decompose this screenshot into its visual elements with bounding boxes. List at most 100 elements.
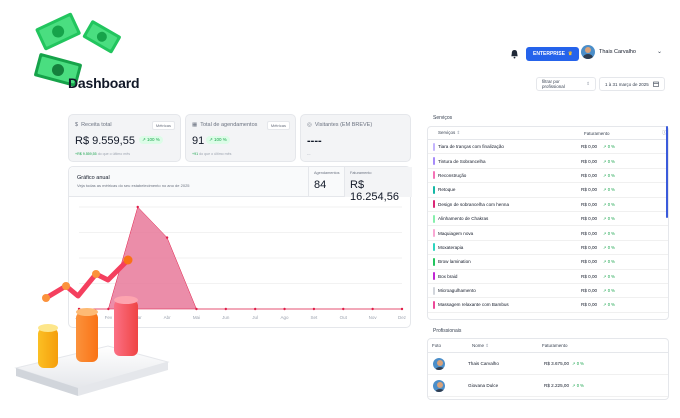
services-title: Serviços	[433, 115, 453, 121]
visitors-sub: ---	[307, 152, 311, 156]
table-row[interactable]: Reconstrução R$ 0,00 ↗ 0 %	[428, 169, 668, 184]
x-tick-label: Jun	[222, 315, 230, 320]
appointments-value: 91	[192, 135, 205, 147]
service-color-marker	[433, 229, 435, 238]
services-scrollbar[interactable]	[666, 126, 668, 218]
data-point[interactable]	[224, 307, 228, 311]
data-point[interactable]	[283, 307, 286, 311]
data-point[interactable]	[342, 307, 345, 311]
data-point[interactable]	[136, 205, 139, 209]
eye-icon: ◎	[307, 122, 312, 128]
chevron-down-icon[interactable]: ⌄	[657, 48, 662, 55]
user-menu[interactable]: Thais Carvalho	[581, 45, 636, 59]
sort-icon: ⇕	[485, 342, 490, 348]
service-change: ↗ 0 %	[603, 172, 615, 178]
visitors-card: ◎ Visitantes (EM BREVE) ---- ---	[300, 114, 411, 162]
professional-change-value: 0 %	[576, 383, 584, 388]
table-row[interactable]: Tintura de Sobrancelha R$ 0,00 ↗ 0 %	[428, 154, 668, 169]
revenue-card: $ Receita total Métricas R$ 9.559,55 ↗ 1…	[68, 114, 181, 162]
data-point[interactable]	[371, 307, 374, 311]
kpi-appointments-label: Agendamentos	[314, 171, 340, 175]
appointments-sub-prefix: +91	[192, 152, 199, 156]
revenue-card-label-row: $ Receita total	[75, 122, 112, 128]
service-name: Retoque	[438, 187, 456, 193]
page-title: Dashboard	[68, 75, 140, 91]
service-change-value: 0 %	[607, 244, 615, 250]
service-name: Design de sobrancelha com henna	[438, 201, 509, 207]
calendar-icon	[652, 81, 659, 87]
table-row[interactable]: Thais Carvalho R$ 3.675,00 ↗ 0 %	[428, 353, 668, 375]
table-row[interactable]: Maquiagem nova R$ 0,00 ↗ 0 %	[428, 226, 668, 241]
data-point[interactable]	[312, 307, 316, 311]
table-row[interactable]: Design de sobrancelha com henna R$ 0,00 ↗ …	[428, 198, 668, 212]
bell-icon[interactable]	[510, 49, 519, 59]
service-change-value: 0 %	[607, 230, 615, 236]
revenue-sub-prefix: +R$ 9.559,55	[75, 152, 97, 156]
metrics-tag[interactable]: Métricas	[266, 121, 290, 130]
appointments-label: Total de agendamentos	[200, 122, 258, 128]
table-row[interactable]: Giovana Dulce R$ 2.225,00 ↗ 0 %	[428, 375, 668, 397]
avatar	[433, 357, 445, 370]
kpi-appointments[interactable]: Agendamentos 84	[308, 167, 344, 197]
enterprise-label: ENTERPRISE	[533, 51, 565, 57]
service-name: Moxaterapia	[438, 244, 464, 250]
metrics-tag[interactable]: Métricas	[151, 121, 175, 130]
col-name-header[interactable]: Nome ⇕	[472, 343, 542, 349]
service-change: ↗ 0 %	[603, 230, 615, 236]
service-color-marker	[433, 171, 435, 180]
service-name: Brow lamination	[438, 259, 471, 265]
service-color-marker	[433, 300, 435, 309]
table-row[interactable]: Massagem relaxante com Bambus R$ 0,00 ↗ 0 …	[428, 298, 668, 313]
services-panel: Serviços Serviços ⇕ Faturamento ⓘ Tiara …	[425, 110, 669, 320]
col-service-header[interactable]: Serviços ⇕	[438, 130, 584, 136]
table-row[interactable]: Box braid R$ 0,00 ↗ 0 %	[428, 270, 668, 284]
service-price: R$ 0,00	[581, 288, 598, 294]
professional-change-value: 0 %	[576, 361, 584, 366]
table-row[interactable]: Retoque R$ 0,00 ↗ 0 %	[428, 183, 668, 198]
service-color-marker	[433, 157, 435, 166]
professional-change: ↗ 0 %	[572, 361, 584, 366]
service-name: Box braid	[438, 273, 458, 279]
appointments-change-badge: ↗ 100 %	[206, 136, 230, 144]
data-point[interactable]	[195, 307, 198, 311]
professionals-title: Profissionais	[433, 328, 462, 334]
service-change-value: 0 %	[607, 201, 615, 207]
service-change-value: 0 %	[607, 216, 615, 222]
table-row[interactable]: Moxaterapia R$ 0,00 ↗ 0 %	[428, 241, 668, 256]
revenue-sub-suffix: do que o último mês	[97, 152, 131, 156]
service-price: R$ 0,00	[581, 144, 598, 150]
data-point[interactable]	[253, 307, 257, 311]
table-row[interactable]: Brow lamination R$ 0,00 ↗ 0 %	[428, 255, 668, 270]
appointments-change: 100 %	[214, 137, 227, 142]
x-tick-label: Dez	[398, 315, 407, 320]
service-change-value: 0 %	[607, 144, 615, 150]
table-row[interactable]: Tiara de tranças com finalização R$ 0,00 ↗…	[428, 140, 668, 155]
kpi-revenue-label: Faturamento	[350, 171, 372, 175]
service-change-value: 0 %	[607, 273, 615, 279]
kpi-appointments-value: 84	[314, 179, 327, 191]
appointments-card-label-row: ▦ Total de agendamentos	[192, 122, 257, 128]
service-color-marker	[433, 214, 435, 223]
professionals-table: Foto Nome ⇕ Faturamento Thais Carvalho R$…	[427, 338, 669, 400]
service-color-marker	[433, 286, 435, 295]
enterprise-button[interactable]: ENTERPRISE ♛	[526, 47, 580, 61]
table-row[interactable]: Alinhamento de Chakras R$ 0,00 ↗ 0 %	[428, 212, 668, 227]
service-change-value: 0 %	[607, 158, 615, 164]
service-color-marker	[433, 257, 435, 266]
data-point[interactable]	[165, 236, 169, 239]
professionals-table-header: Foto Nome ⇕ Faturamento	[428, 339, 668, 353]
service-change-value: 0 %	[607, 288, 615, 294]
table-row[interactable]: Microagulhamento R$ 0,00 ↗ 0 %	[428, 284, 668, 299]
service-name: Tiara de tranças com finalização	[438, 144, 504, 150]
date-range-picker[interactable]: 1 à 31 março de 2025	[599, 77, 665, 91]
service-name: Microagulhamento	[438, 288, 476, 294]
crown-icon: ♛	[567, 51, 573, 57]
kpi-revenue[interactable]: Faturamento R$ 16.254,56	[344, 167, 412, 203]
service-price: R$ 0,00	[581, 302, 598, 308]
services-rows: Tiara de tranças com finalização R$ 0,00 ↗…	[428, 140, 668, 313]
service-color-marker	[433, 185, 435, 194]
data-point[interactable]	[400, 307, 404, 311]
service-price: R$ 0,00	[581, 230, 598, 236]
visitors-label: Visitantes (EM BREVE)	[314, 122, 373, 128]
professional-filter-select[interactable]: filtrar por profissional ⇕	[536, 77, 596, 91]
